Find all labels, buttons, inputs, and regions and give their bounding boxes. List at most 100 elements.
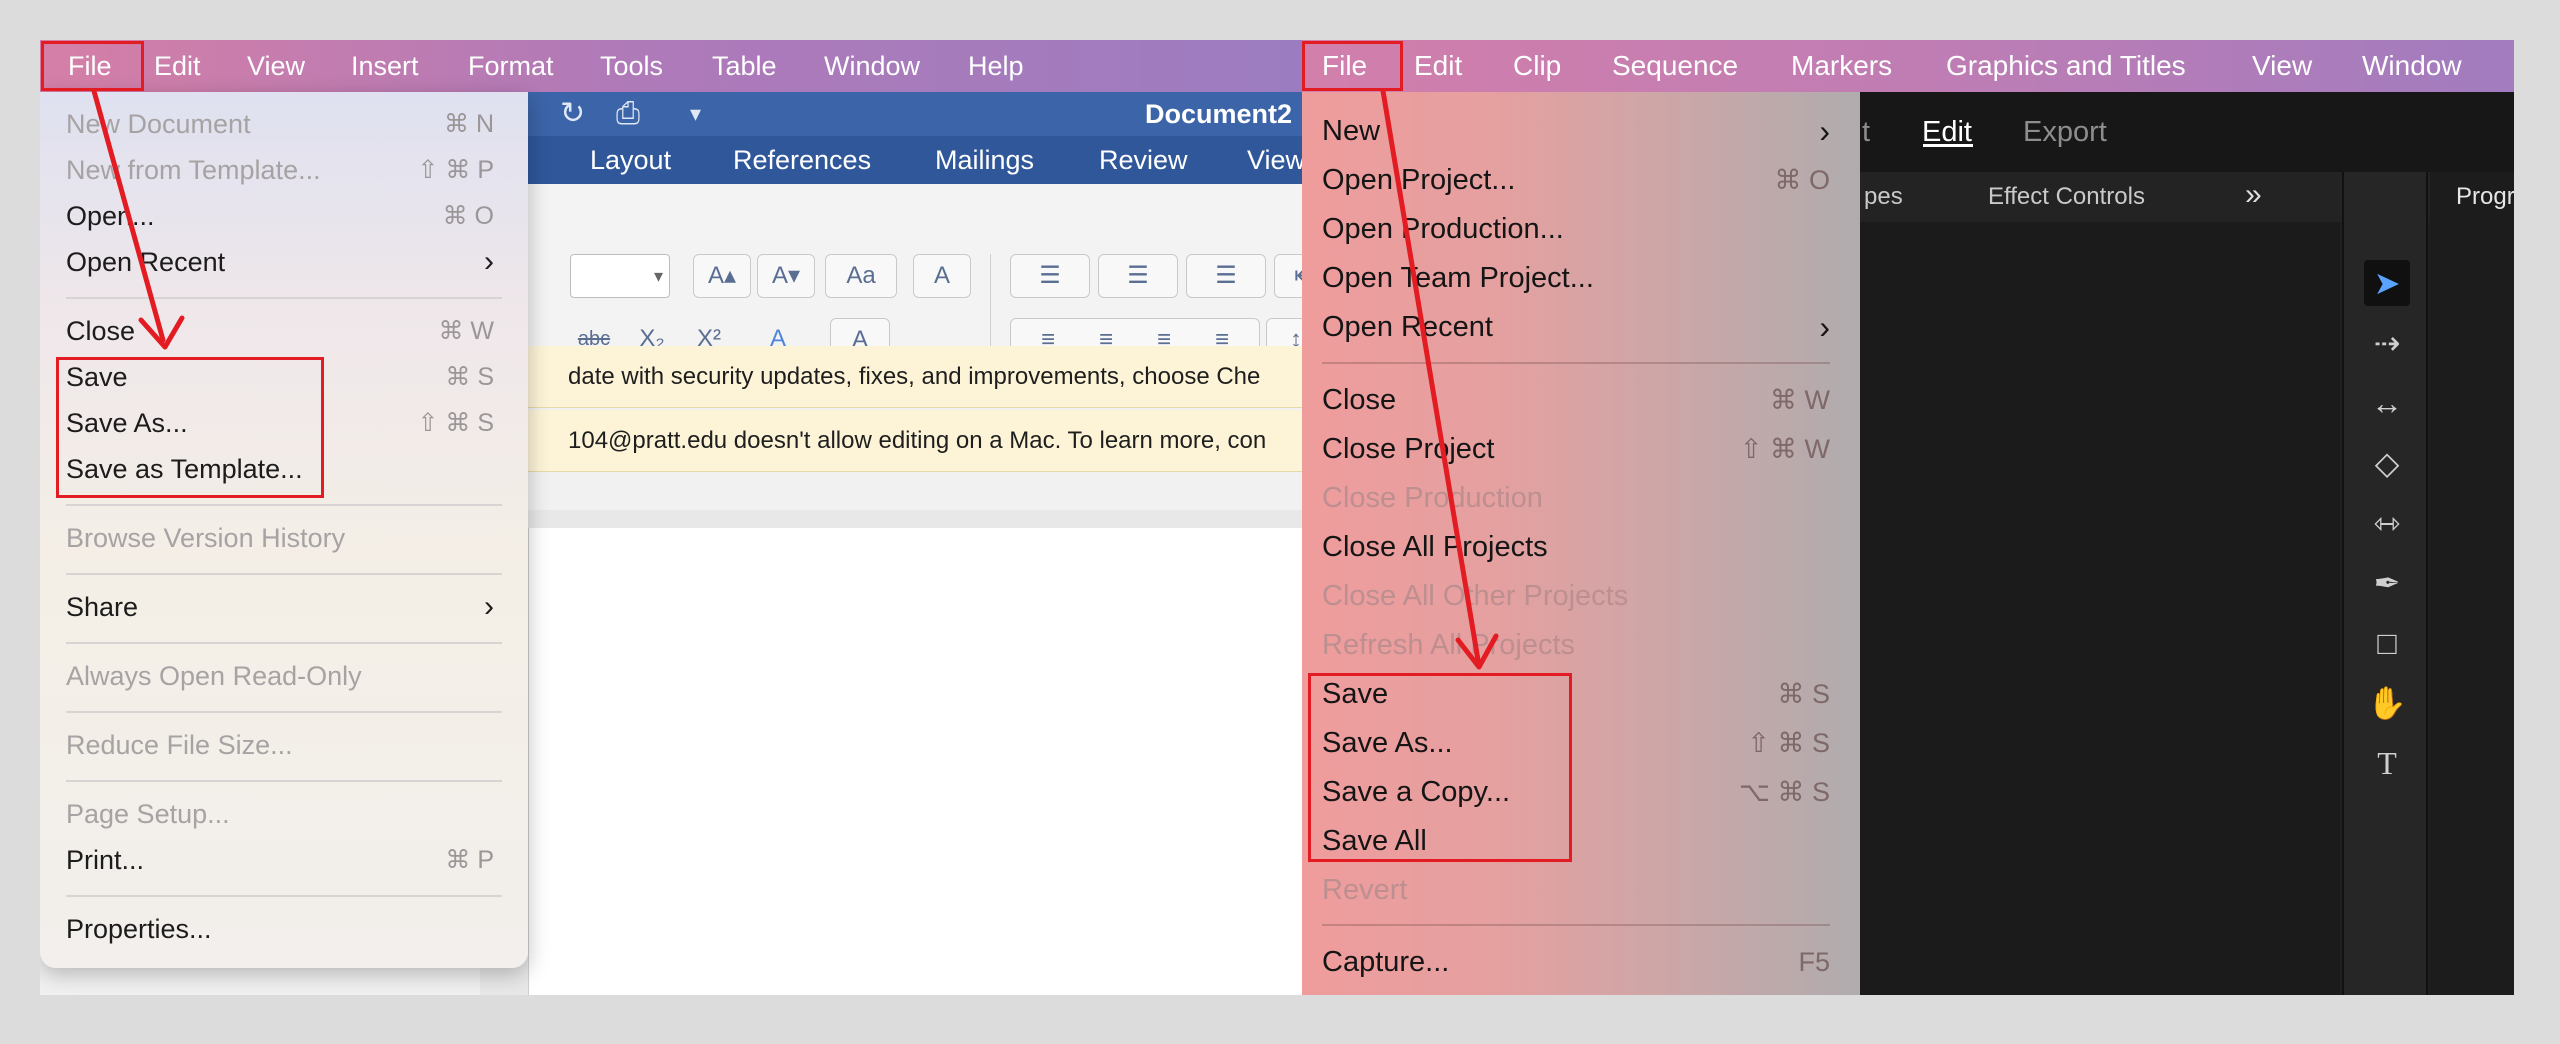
numbering-button[interactable]: ☰: [1098, 254, 1178, 298]
workspace-tab-partial[interactable]: t: [1862, 92, 1870, 172]
tab-view[interactable]: View: [1247, 136, 1302, 184]
menu-item-label: Open Production...: [1322, 213, 1564, 245]
menu-item-close[interactable]: Close ⌘ W: [1322, 380, 1830, 420]
shortcut: F5: [1798, 947, 1830, 977]
menu-divider: [66, 711, 502, 713]
menu-item-revert: Revert: [1322, 870, 1830, 910]
menu-clip[interactable]: Clip: [1513, 40, 1561, 92]
menu-divider: [66, 780, 502, 782]
print-icon[interactable]: ⎙: [616, 98, 640, 130]
font-size-select[interactable]: ▾: [570, 254, 670, 298]
menu-sequence[interactable]: Sequence: [1612, 40, 1738, 92]
redo-icon[interactable]: ↻: [560, 98, 585, 130]
panel-tab-partial[interactable]: pes: [1864, 172, 1903, 222]
menu-item-open[interactable]: Open... ⌘ O: [66, 196, 502, 236]
menu-graphics-and-titles[interactable]: Graphics and Titles: [1946, 40, 2186, 92]
ribbon-tabs: Layout References Mailings Review View: [480, 136, 1302, 184]
menu-view[interactable]: View: [2252, 40, 2312, 92]
type-tool-icon[interactable]: T: [2364, 740, 2410, 786]
tab-references[interactable]: References: [733, 136, 871, 184]
menu-item-open-recent[interactable]: Open Recent ›: [1322, 307, 1830, 347]
word-menubar: File Edit View Insert Format Tools Table…: [40, 40, 1302, 92]
bullets-button[interactable]: ☰: [1010, 254, 1090, 298]
menu-item-new-document: New Document ⌘ N: [66, 104, 502, 144]
menu-item-open-team-project[interactable]: Open Team Project...: [1322, 258, 1830, 298]
menu-window[interactable]: Window: [824, 40, 920, 92]
menu-item-open-production[interactable]: Open Production...: [1322, 209, 1830, 249]
word-window: File Edit View Insert Format Tools Table…: [40, 40, 1302, 995]
menu-markers[interactable]: Markers: [1791, 40, 1892, 92]
active-tab-underline: [1923, 144, 1973, 147]
menu-item-label: Open Recent: [1322, 311, 1493, 343]
chevron-right-icon: ›: [1819, 113, 1830, 149]
track-select-tool-icon[interactable]: ⇢: [2364, 320, 2410, 366]
menu-item-close[interactable]: Close ⌘ W: [66, 311, 502, 351]
document-page[interactable]: [528, 528, 1302, 995]
menu-tools[interactable]: Tools: [600, 40, 663, 92]
menu-item-capture[interactable]: Capture... F5: [1322, 942, 1830, 982]
menu-item-label: Close: [1322, 384, 1397, 416]
menu-divider: [66, 642, 502, 644]
panel-tab-effect-controls[interactable]: Effect Controls: [1988, 172, 2145, 222]
workspace-tab-edit[interactable]: Edit: [1922, 92, 1972, 172]
menu-item-label: Close Production: [1322, 482, 1543, 514]
menu-item-label: Always Open Read-Only: [66, 661, 362, 691]
menu-item-label: Close Project: [1322, 433, 1495, 465]
shrink-font-button[interactable]: A▾: [757, 254, 815, 298]
customize-toolbar-icon[interactable]: ▾: [690, 98, 701, 130]
more-panels-icon[interactable]: »: [2245, 172, 2262, 218]
menu-item-close-all-projects[interactable]: Close All Projects: [1322, 527, 1830, 567]
menu-edit[interactable]: Edit: [154, 40, 201, 92]
menu-item-label: Revert: [1322, 874, 1408, 906]
menu-item-close-project[interactable]: Close Project ⇧ ⌘ W: [1322, 429, 1830, 469]
menu-item-label: Close All Projects: [1322, 531, 1548, 563]
menu-edit[interactable]: Edit: [1414, 40, 1462, 92]
tab-mailings[interactable]: Mailings: [935, 136, 1034, 184]
workspace-tab-export[interactable]: Export: [2023, 92, 2107, 172]
menu-item-label: Open Project...: [1322, 164, 1516, 196]
clear-formatting-button[interactable]: A: [913, 254, 971, 298]
menu-divider: [1322, 924, 1830, 926]
menu-insert[interactable]: Insert: [351, 40, 419, 92]
shortcut: ⌘ P: [445, 846, 494, 874]
menu-item-page-setup: Page Setup...: [66, 794, 502, 834]
highlight-premiere-file-menu: [1302, 41, 1403, 91]
menu-item-new[interactable]: New ›: [1322, 111, 1830, 151]
menu-help[interactable]: Help: [968, 40, 1024, 92]
selection-tool-icon[interactable]: ➤: [2364, 260, 2410, 306]
menu-item-share[interactable]: Share ›: [66, 587, 502, 627]
menu-item-label: Properties...: [66, 914, 212, 944]
document-title: Document2: [1145, 99, 1293, 129]
chevron-right-icon: ›: [484, 590, 494, 623]
shortcut: ⌘ S: [1777, 679, 1830, 709]
menu-item-print[interactable]: Print... ⌘ P: [66, 840, 502, 880]
menu-item-open-recent[interactable]: Open Recent ›: [66, 242, 502, 282]
slip-tool-icon[interactable]: ⇿: [2364, 500, 2410, 546]
rectangle-tool-icon[interactable]: □: [2364, 620, 2410, 666]
change-case-button[interactable]: Aa: [825, 254, 897, 298]
grow-font-button[interactable]: A▴: [693, 254, 751, 298]
menu-item-open-project[interactable]: Open Project... ⌘ O: [1322, 160, 1830, 200]
ripple-edit-tool-icon[interactable]: ↔: [2364, 380, 2410, 426]
outdent-button[interactable]: ⇤: [1274, 254, 1302, 298]
multilevel-button[interactable]: ☰: [1186, 254, 1266, 298]
tab-layout[interactable]: Layout: [590, 136, 671, 184]
editing-notice: 104@pratt.edu doesn't allow editing on a…: [480, 410, 1302, 472]
menu-item-browse-version-history: Browse Version History: [66, 518, 502, 558]
menu-view[interactable]: View: [247, 40, 305, 92]
pen-tool-icon[interactable]: ✒: [2364, 560, 2410, 606]
tab-review[interactable]: Review: [1099, 136, 1188, 184]
menu-item-label: Reduce File Size...: [66, 730, 293, 760]
shortcut: ⌘ S: [445, 363, 494, 391]
menu-format[interactable]: Format: [468, 40, 554, 92]
menu-table[interactable]: Table: [712, 40, 777, 92]
shortcut: ⇧ ⌘ P: [417, 156, 494, 184]
menu-divider: [1322, 362, 1830, 364]
program-monitor-title[interactable]: Program: [2456, 172, 2514, 222]
menu-window[interactable]: Window: [2362, 40, 2462, 92]
menu-item-properties[interactable]: Properties...: [66, 909, 502, 949]
razor-tool-icon[interactable]: ◇: [2364, 440, 2410, 486]
shortcut: ⌘ W: [1770, 385, 1830, 415]
hand-tool-icon[interactable]: ✋: [2364, 680, 2410, 726]
document-canvas: [480, 510, 1302, 995]
